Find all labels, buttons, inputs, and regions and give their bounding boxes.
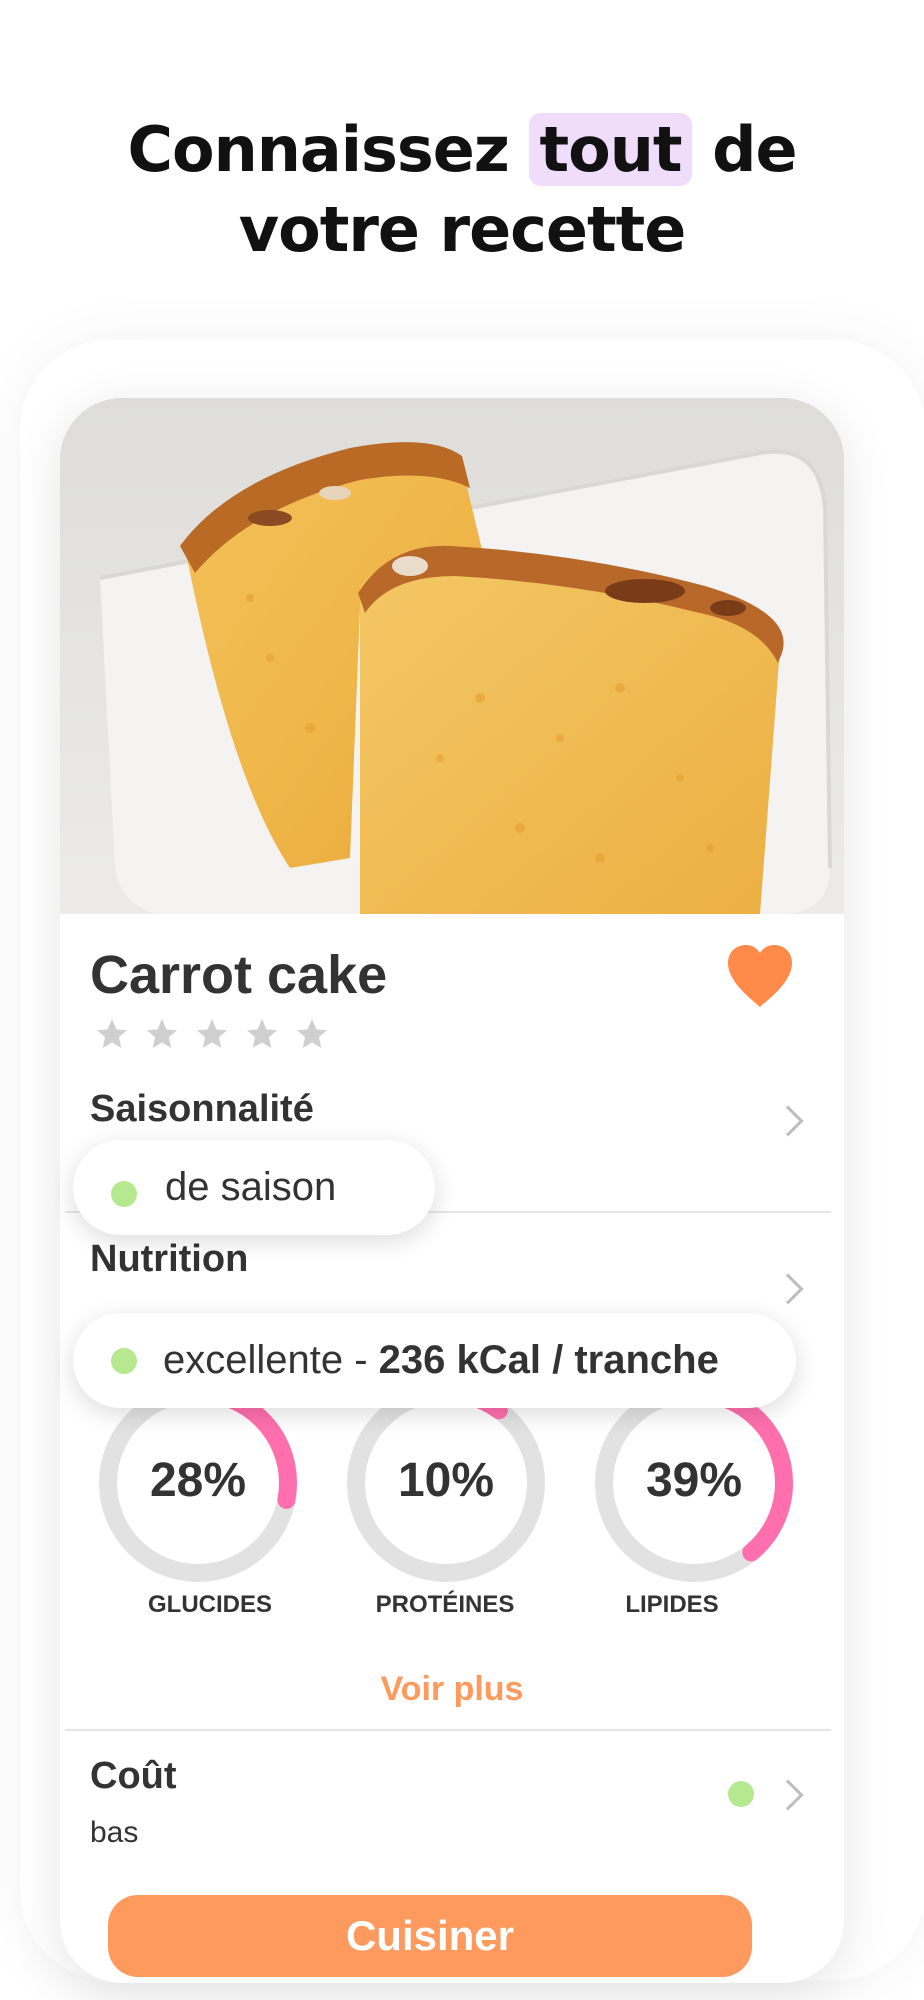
star-icon[interactable]	[94, 1016, 130, 1052]
macro-percent: 10%	[397, 1454, 495, 1507]
seasonality-label: Saisonnalité	[90, 1088, 314, 1130]
favorite-heart-icon[interactable]	[724, 943, 796, 1009]
cost-status-dot	[728, 1781, 754, 1807]
cost-chevron-icon[interactable]	[772, 1779, 804, 1811]
rating-stars[interactable]	[94, 1016, 330, 1052]
see-more-link[interactable]: Voir plus	[60, 1670, 844, 1709]
seasonality-chevron-icon[interactable]	[772, 1105, 804, 1137]
recipe-title: Carrot cake	[90, 945, 388, 1005]
nutrition-energy-text: 236 kCal / tranche	[378, 1338, 719, 1382]
star-icon[interactable]	[194, 1016, 230, 1052]
headline-line-1: Connaissez tout de	[0, 110, 924, 190]
headline-line-2: votre recette	[238, 193, 687, 266]
recipe-photo	[60, 398, 844, 914]
headline-text-after: de	[691, 113, 797, 186]
divider	[65, 1729, 831, 1731]
macro-label-glucides: GLUCIDES	[147, 1591, 272, 1618]
star-icon[interactable]	[294, 1016, 330, 1052]
macro-label-proteines: PROTÉINES	[375, 1591, 515, 1618]
page-headline: Connaissez tout de votre recette	[0, 110, 924, 270]
macro-ring-lipides: 39%	[594, 1383, 794, 1583]
macro-label-lipides: LIPIDES	[625, 1591, 719, 1618]
nutrition-label: Nutrition	[90, 1238, 249, 1280]
nutrition-summary-pill: excellente - 236 kCal / tranche	[73, 1313, 796, 1408]
cost-label: Coût	[90, 1755, 177, 1797]
macro-ring-proteines: 10%	[346, 1383, 546, 1583]
star-icon[interactable]	[244, 1016, 280, 1052]
headline-text-before: Connaissez	[127, 113, 530, 186]
seasonality-status-dot	[111, 1180, 137, 1207]
macro-percent: 28%	[149, 1454, 247, 1507]
seasonality-status-text: de saison	[165, 1165, 337, 1209]
macro-ring-glucides: 28%	[98, 1383, 298, 1583]
nutrition-chevron-icon[interactable]	[772, 1273, 804, 1305]
star-icon[interactable]	[144, 1016, 180, 1052]
headline-highlight: tout	[529, 113, 692, 186]
cake-illustration	[60, 398, 844, 914]
cost-value: bas	[90, 1816, 139, 1849]
seasonality-status-pill: de saison	[73, 1140, 435, 1235]
nutrition-quality-text: excellente -	[163, 1338, 379, 1382]
cook-button[interactable]: Cuisiner	[108, 1895, 752, 1977]
macro-percent: 39%	[645, 1454, 743, 1507]
nutrition-status-dot	[111, 1347, 137, 1374]
